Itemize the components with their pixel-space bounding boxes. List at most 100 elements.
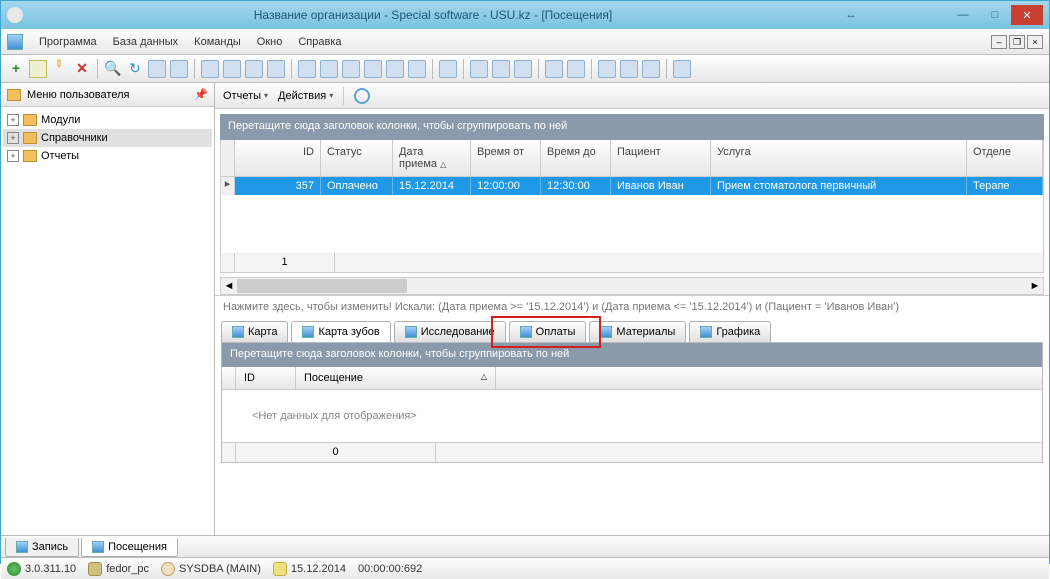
menubar: Программа База данных Команды Окно Справ… [1,29,1049,55]
delete-icon[interactable]: ✕ [73,60,91,78]
doc-icon [16,541,28,553]
filter-bar[interactable]: Нажмите здесь, чтобы изменить! Искали: (… [215,295,1049,318]
menu-help[interactable]: Справка [290,32,349,52]
table-row[interactable]: ▸ 357 Оплачено 15.12.2014 12:00:00 12:30… [220,177,1044,195]
tab-research[interactable]: Исследование [394,321,506,342]
content-area: Отчеты Действия Перетащите сюда заголово… [215,83,1049,535]
col-time-to[interactable]: Время до [541,140,611,176]
resize-handle-icon[interactable]: ↔ [835,5,867,25]
col-time-from[interactable]: Время от [471,140,541,176]
tree-item-refs[interactable]: + Справочники [3,129,212,147]
tool-icon[interactable] [364,60,382,78]
tool-icon[interactable] [386,60,404,78]
calendar-icon[interactable] [439,60,457,78]
row-count: 1 [235,253,335,272]
refresh-icon[interactable]: ↻ [126,60,144,78]
no-data-label: <Нет данных для отображения> [222,390,1042,442]
col-patient[interactable]: Пациент [611,140,711,176]
tool-icon[interactable] [201,60,219,78]
tool-icon[interactable] [267,60,285,78]
grid-footer: 1 [220,253,1044,273]
maximize-button[interactable]: □ [979,5,1011,25]
action-bar: Отчеты Действия [215,83,1049,109]
app-menu-icon[interactable] [7,34,23,50]
expand-icon[interactable]: + [7,150,19,162]
col-service[interactable]: Услуга [711,140,967,176]
scroll-left-icon[interactable]: ◄ [221,280,237,292]
tool-icon[interactable] [298,60,316,78]
tree-item-modules[interactable]: + Модули [3,111,212,129]
tab-card[interactable]: Карта [221,321,288,342]
subcol-visit[interactable]: Посещение △ [296,367,496,389]
detail-tabs: Карта Карта зубов Исследование Оплаты Ма… [215,318,1049,342]
col-department[interactable]: Отделе [967,140,1043,176]
main-grid: Перетащите сюда заголовок колонки, чтобы… [215,109,1049,295]
tab-graphics[interactable]: Графика [689,321,771,342]
folder-icon [7,89,21,101]
mdi-minimize[interactable]: – [991,35,1007,49]
scroll-thumb[interactable] [237,279,407,293]
sidebar-header: Меню пользователя 📌 [1,83,214,107]
col-date[interactable]: Дата приема △ [393,140,471,176]
btab-visits[interactable]: Посещения [81,538,178,557]
tool-icon[interactable] [223,60,241,78]
tool-icon[interactable] [408,60,426,78]
sidebar-title: Меню пользователя [27,89,129,101]
tool-icon[interactable] [245,60,263,78]
print-icon[interactable] [620,60,638,78]
col-id[interactable]: ID [235,140,321,176]
minimize-button[interactable]: — [947,5,979,25]
tool-icon[interactable] [642,60,660,78]
tool-icon[interactable] [598,60,616,78]
mdi-close[interactable]: × [1027,35,1043,49]
btab-record[interactable]: Запись [5,538,79,557]
col-status[interactable]: Статус [321,140,393,176]
subcol-id[interactable]: ID [236,367,296,389]
grid-header: ID Статус Дата приема △ Время от Время д… [220,140,1044,177]
bottom-tabs: Запись Посещения [1,535,1049,557]
scroll-right-icon[interactable]: ► [1027,280,1043,292]
tool-icon[interactable] [148,60,166,78]
menu-program[interactable]: Программа [31,32,105,52]
doc-icon [700,326,712,338]
add-icon[interactable]: + [7,60,25,78]
tool-icon[interactable] [673,60,691,78]
clock-icon[interactable] [354,88,370,104]
doc-icon [600,326,612,338]
menu-commands[interactable]: Команды [186,32,249,52]
tool-icon[interactable] [492,60,510,78]
sub-group-hint[interactable]: Перетащите сюда заголовок колонки, чтобы… [222,343,1042,367]
doc-icon [92,541,104,553]
statusbar: 3.0.311.10 fedor_pc SYSDBA (MAIN) 15.12.… [1,557,1049,579]
users-icon[interactable] [567,60,585,78]
mdi-restore[interactable]: ❐ [1009,35,1025,49]
doc-icon [520,326,532,338]
reports-dropdown[interactable]: Отчеты [223,90,268,102]
search-icon[interactable]: 🔍 [104,60,122,78]
horizontal-scrollbar[interactable]: ◄ ► [220,277,1044,295]
tool-icon[interactable] [170,60,188,78]
pin-icon[interactable]: 📌 [194,88,208,101]
doc-icon [302,326,314,338]
tool-icon[interactable] [514,60,532,78]
expand-icon[interactable]: + [7,132,19,144]
close-button[interactable]: ✕ [1011,5,1043,25]
lock-icon[interactable] [545,60,563,78]
tab-payments[interactable]: Оплаты [509,321,587,342]
folder-icon [23,114,37,126]
tab-teeth-card[interactable]: Карта зубов [291,321,390,342]
tool-icon[interactable] [342,60,360,78]
tool-icon[interactable] [320,60,338,78]
menu-database[interactable]: База данных [105,32,187,52]
status-user: SYSDBA (MAIN) [179,563,261,575]
tree-item-reports[interactable]: + Отчеты [3,147,212,165]
tool-icon[interactable] [470,60,488,78]
expand-icon[interactable]: + [7,114,19,126]
edit-icon[interactable]: ✎ [47,56,72,81]
menu-window[interactable]: Окно [249,32,291,52]
copy-icon[interactable] [29,60,47,78]
tab-materials[interactable]: Материалы [589,321,686,342]
doc-icon [232,326,244,338]
actions-dropdown[interactable]: Действия [278,90,333,102]
group-hint[interactable]: Перетащите сюда заголовок колонки, чтобы… [220,114,1044,140]
